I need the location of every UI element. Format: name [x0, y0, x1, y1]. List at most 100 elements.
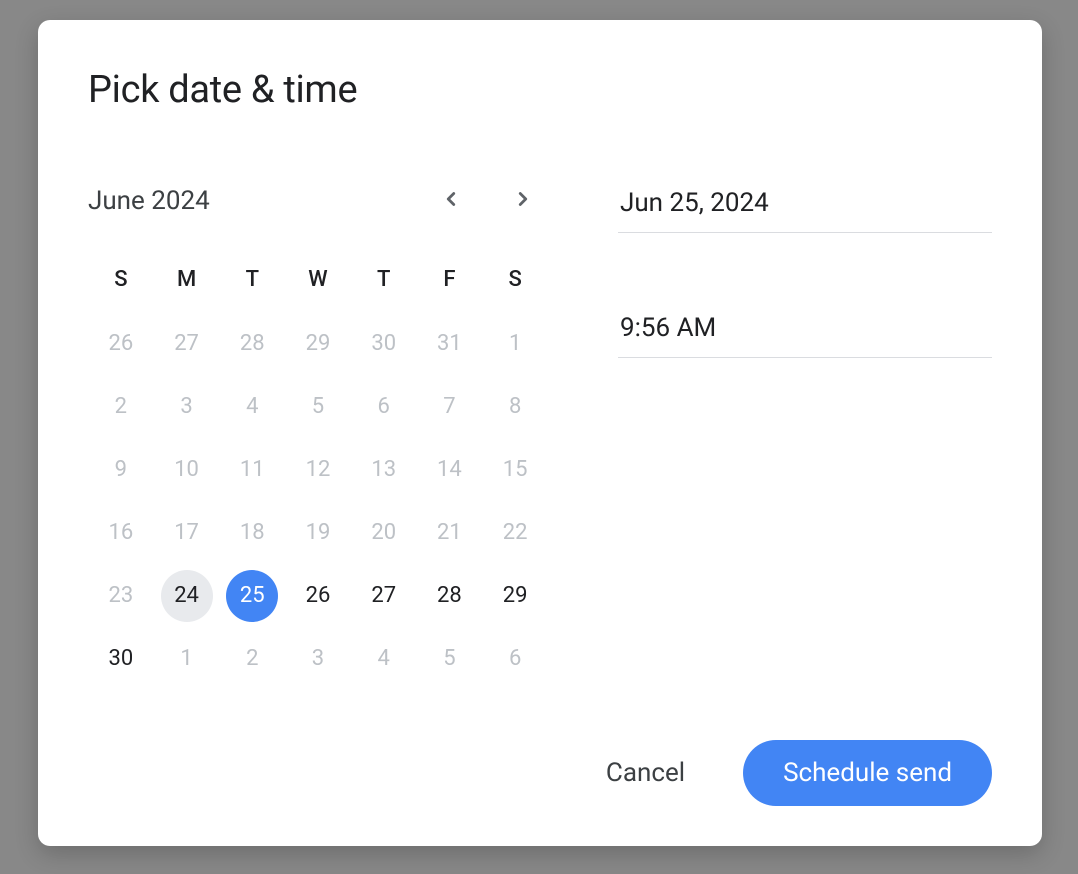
day-number: 13	[358, 444, 410, 496]
schedule-send-button[interactable]: Schedule send	[743, 740, 992, 806]
calendar-day[interactable]: 9	[88, 438, 154, 501]
calendar-day[interactable]: 6	[351, 375, 417, 438]
day-number: 21	[423, 507, 475, 559]
day-number: 27	[161, 318, 213, 370]
calendar-day[interactable]: 7	[417, 375, 483, 438]
chevron-left-icon	[440, 188, 462, 213]
cancel-button[interactable]: Cancel	[586, 744, 705, 802]
calendar-day[interactable]: 2	[219, 627, 285, 690]
date-input[interactable]	[618, 182, 992, 233]
day-number: 4	[358, 633, 410, 685]
day-number: 1	[489, 318, 541, 370]
calendar-month-year: June 2024	[88, 186, 210, 216]
day-number: 27	[358, 570, 410, 622]
calendar-header: June 2024	[88, 182, 548, 219]
calendar-day[interactable]: 4	[219, 375, 285, 438]
day-header: S	[482, 255, 548, 312]
datetime-inputs	[618, 182, 992, 740]
calendar-day[interactable]: 16	[88, 501, 154, 564]
calendar-day[interactable]: 23	[88, 564, 154, 627]
calendar-day[interactable]: 25	[219, 564, 285, 627]
calendar-day[interactable]: 5	[285, 375, 351, 438]
day-number: 5	[292, 381, 344, 433]
day-number: 14	[423, 444, 475, 496]
calendar-day[interactable]: 26	[88, 312, 154, 375]
calendar-day[interactable]: 3	[154, 375, 220, 438]
day-header: M	[154, 255, 220, 312]
calendar-day[interactable]: 8	[482, 375, 548, 438]
day-number: 6	[358, 381, 410, 433]
day-number: 11	[226, 444, 278, 496]
calendar-day[interactable]: 11	[219, 438, 285, 501]
day-number: 28	[423, 570, 475, 622]
calendar-day[interactable]: 31	[417, 312, 483, 375]
day-number: 1	[161, 633, 213, 685]
calendar-grid: SMTWTFS262728293031123456789101112131415…	[88, 255, 548, 690]
calendar-day[interactable]: 2	[88, 375, 154, 438]
day-number: 29	[292, 318, 344, 370]
prev-month-button[interactable]	[434, 182, 468, 219]
calendar-nav	[434, 182, 540, 219]
calendar-day[interactable]: 29	[285, 312, 351, 375]
calendar-day[interactable]: 30	[88, 627, 154, 690]
day-number: 10	[161, 444, 213, 496]
day-number: 12	[292, 444, 344, 496]
day-header: T	[219, 255, 285, 312]
day-number: 24	[161, 570, 213, 622]
calendar-day[interactable]: 12	[285, 438, 351, 501]
day-number: 19	[292, 507, 344, 559]
day-number: 5	[423, 633, 475, 685]
day-number: 9	[95, 444, 147, 496]
day-number: 26	[292, 570, 344, 622]
calendar-day[interactable]: 1	[154, 627, 220, 690]
calendar-day[interactable]: 19	[285, 501, 351, 564]
calendar-day[interactable]: 22	[482, 501, 548, 564]
schedule-send-dialog: Pick date & time June 2024	[38, 20, 1042, 846]
calendar: June 2024 SMTWTFS26272829303112345678910…	[88, 182, 548, 740]
time-input[interactable]	[618, 307, 992, 358]
calendar-day[interactable]: 5	[417, 627, 483, 690]
day-number: 29	[489, 570, 541, 622]
day-header: S	[88, 255, 154, 312]
day-number: 23	[95, 570, 147, 622]
day-number: 17	[161, 507, 213, 559]
day-number: 26	[95, 318, 147, 370]
day-number: 6	[489, 633, 541, 685]
calendar-day[interactable]: 4	[351, 627, 417, 690]
calendar-day[interactable]: 10	[154, 438, 220, 501]
calendar-day[interactable]: 3	[285, 627, 351, 690]
calendar-day[interactable]: 26	[285, 564, 351, 627]
calendar-day[interactable]: 28	[219, 312, 285, 375]
calendar-day[interactable]: 20	[351, 501, 417, 564]
day-number: 3	[292, 633, 344, 685]
calendar-day[interactable]: 30	[351, 312, 417, 375]
day-number: 15	[489, 444, 541, 496]
calendar-day[interactable]: 13	[351, 438, 417, 501]
day-header: T	[351, 255, 417, 312]
day-header: F	[417, 255, 483, 312]
calendar-day[interactable]: 14	[417, 438, 483, 501]
calendar-day[interactable]: 21	[417, 501, 483, 564]
calendar-day[interactable]: 18	[219, 501, 285, 564]
day-number: 7	[423, 381, 475, 433]
day-number: 3	[161, 381, 213, 433]
calendar-day[interactable]: 15	[482, 438, 548, 501]
calendar-day[interactable]: 27	[351, 564, 417, 627]
day-number: 31	[423, 318, 475, 370]
day-number: 30	[358, 318, 410, 370]
calendar-day[interactable]: 24	[154, 564, 220, 627]
day-number: 22	[489, 507, 541, 559]
calendar-day[interactable]: 29	[482, 564, 548, 627]
chevron-right-icon	[512, 188, 534, 213]
calendar-day[interactable]: 6	[482, 627, 548, 690]
calendar-day[interactable]: 17	[154, 501, 220, 564]
day-number: 18	[226, 507, 278, 559]
day-number: 16	[95, 507, 147, 559]
dialog-content: June 2024 SMTWTFS26272829303112345678910…	[88, 182, 992, 740]
day-number: 28	[226, 318, 278, 370]
next-month-button[interactable]	[506, 182, 540, 219]
day-number: 20	[358, 507, 410, 559]
calendar-day[interactable]: 28	[417, 564, 483, 627]
calendar-day[interactable]: 1	[482, 312, 548, 375]
calendar-day[interactable]: 27	[154, 312, 220, 375]
